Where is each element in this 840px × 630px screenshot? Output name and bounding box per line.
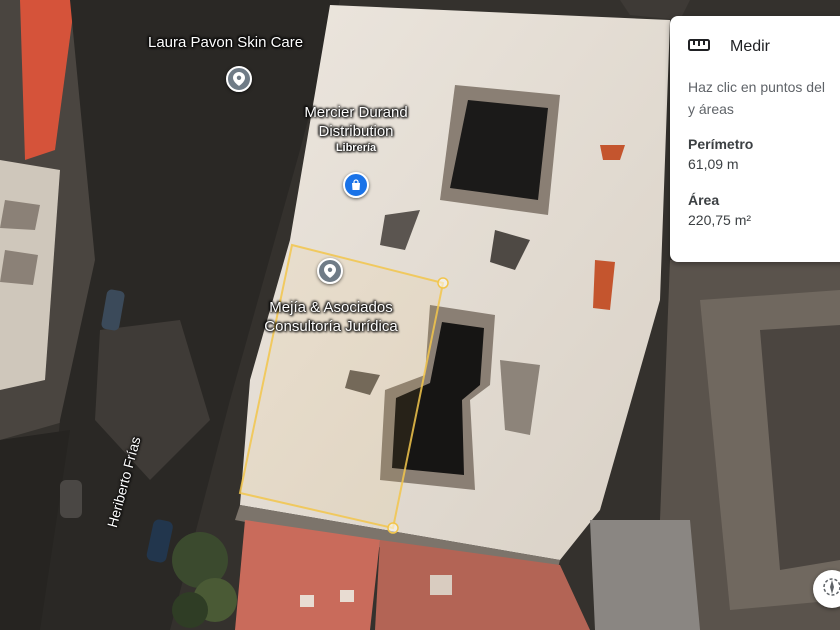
instructions-line-2: y áreas xyxy=(688,101,734,117)
area-value: 220,75 m² xyxy=(688,212,752,228)
measure-instructions: Haz clic en puntos del y áreas xyxy=(688,76,840,120)
place-name-line-1: Mejía & Asociados xyxy=(269,299,393,316)
place-name-line-1: Mercier Durand xyxy=(304,104,408,121)
satellite-map[interactable]: Laura Pavon Skin Care Mercier Durand Dis… xyxy=(0,0,840,630)
place-name-line-2: Distribution xyxy=(318,123,394,140)
place-label-mejia-asociados[interactable]: Mejía & Asociados Consultoría Jurídica xyxy=(250,298,412,336)
area-label: Área xyxy=(688,192,720,208)
place-category: Librería xyxy=(335,142,377,154)
place-label-laura-pavon[interactable]: Laura Pavon Skin Care xyxy=(148,33,303,52)
location-pin-icon[interactable] xyxy=(317,258,343,284)
measure-panel-title: Medir xyxy=(730,38,771,55)
perimeter-label: Perímetro xyxy=(688,136,754,152)
instructions-line-1: Haz clic en puntos del xyxy=(688,79,825,95)
perimeter-value: 61,09 m xyxy=(688,156,739,172)
place-label-mercier-durand[interactable]: Mercier Durand Distribution Librería xyxy=(290,103,422,155)
location-pin-icon[interactable] xyxy=(226,66,252,92)
measure-panel: Medir Haz clic en puntos del y áreas Per… xyxy=(670,16,840,262)
ruler-icon xyxy=(688,38,710,57)
measure-panel-header: Medir xyxy=(688,32,840,62)
place-name-line-2: Consultoría Jurídica xyxy=(264,318,398,335)
compass-icon xyxy=(822,577,840,602)
shopping-bag-pin-icon[interactable] xyxy=(343,172,369,198)
